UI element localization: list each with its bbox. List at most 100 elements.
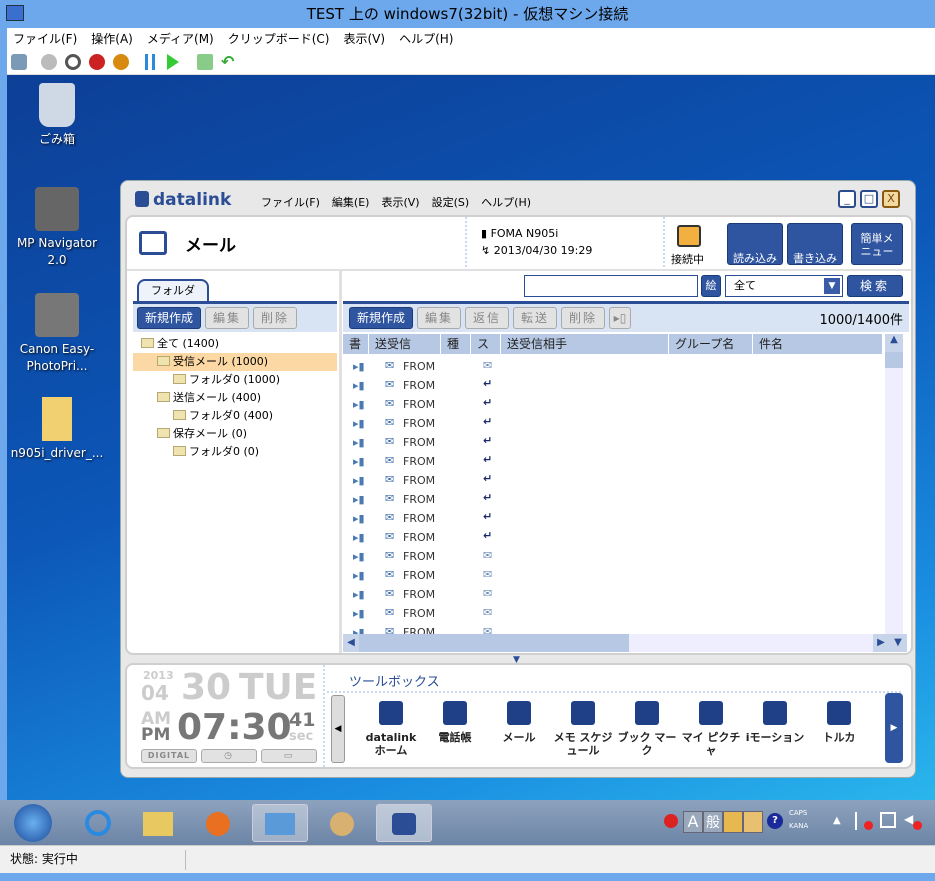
resume-icon[interactable] (167, 54, 179, 70)
taskbar-explorer[interactable] (130, 804, 186, 842)
ime-status-icon[interactable] (664, 814, 678, 828)
shutdown-icon[interactable] (89, 54, 105, 70)
desktop-icon-driver-folder[interactable]: n905i_driver_... (7, 397, 107, 462)
revert-icon[interactable]: ↶ (221, 54, 237, 70)
vertical-scrollbar[interactable]: ▲ (885, 334, 903, 634)
vm-menu-help[interactable]: ヘルプ(H) (399, 28, 453, 50)
taskbar-media-player[interactable] (190, 804, 246, 842)
ime-tools-icon[interactable] (743, 811, 763, 833)
minimize-button[interactable]: _ (838, 190, 856, 208)
vm-menu-file[interactable]: ファイル(F) (13, 28, 77, 50)
scroll-thumb[interactable] (359, 634, 629, 652)
start-icon[interactable] (41, 54, 57, 70)
scroll-down-button[interactable]: ▼ (889, 634, 907, 652)
tool-mail[interactable]: メール (487, 701, 551, 744)
app-menu-file[interactable]: ファイル(F) (261, 194, 320, 210)
toolbox-next-button[interactable]: ▶ (885, 693, 903, 763)
folder-item[interactable]: 全て (1400) (133, 335, 337, 353)
vm-menu-action[interactable]: 操作(A) (91, 28, 133, 50)
folder-item[interactable]: 送信メール (400) (133, 389, 337, 407)
help-icon[interactable]: ? (767, 813, 783, 829)
table-row[interactable]: ▸▮ ✉ FROM ↵ (343, 396, 883, 415)
forward-button[interactable]: 転送 (513, 307, 557, 329)
search-button[interactable]: 検索 (847, 275, 903, 297)
taskbar-internet-explorer[interactable] (70, 804, 126, 842)
vm-menu-view[interactable]: 表示(V) (344, 28, 386, 50)
scroll-left-button[interactable]: ◀ (343, 634, 359, 652)
table-row[interactable]: ▸▮ ✉ FROM ↵ (343, 434, 883, 453)
table-row[interactable]: ▸▮ ✉ FROM ↵ (343, 491, 883, 510)
search-filter-select[interactable]: 全て ▼ (725, 275, 843, 297)
ime-conversion-mode[interactable]: 般 (703, 811, 723, 833)
folder-item[interactable]: 受信メール (1000) (133, 353, 337, 371)
column-header[interactable]: 書 (343, 334, 369, 354)
table-row[interactable]: ▸▮ ✉ FROM ↵ (343, 529, 883, 548)
app-menu-settings[interactable]: 設定(S) (432, 194, 470, 210)
show-hidden-icons-button[interactable]: ▲ (833, 815, 841, 826)
write-button[interactable]: 書き込み (787, 223, 843, 265)
calendar-button[interactable]: ▭ (261, 749, 317, 763)
table-row[interactable]: ▸▮ ✉ FROM ✉ (343, 567, 883, 586)
action-center-icon[interactable] (855, 812, 873, 830)
snapshot-icon[interactable] (197, 54, 213, 70)
read-button[interactable]: 読み込み (727, 223, 783, 265)
taskbar-datalink[interactable] (376, 804, 432, 842)
scroll-thumb[interactable] (885, 352, 903, 368)
network-icon[interactable] (880, 812, 896, 828)
digital-mode-button[interactable]: DIGITAL (141, 749, 197, 763)
tab-folder[interactable]: フォルダ (137, 279, 209, 301)
edit-mail-button[interactable]: 編集 (417, 307, 461, 329)
tool-toruca[interactable]: トルカ (807, 701, 871, 744)
table-row[interactable]: ▸▮ ✉ FROM ↵ (343, 453, 883, 472)
taskbar-app[interactable] (252, 804, 308, 842)
turn-off-icon[interactable] (65, 54, 81, 70)
column-header[interactable]: 送受信 (369, 334, 441, 354)
new-mail-button[interactable]: 新規作成 (349, 307, 413, 329)
table-row[interactable]: ▸▮ ✉ FROM ↵ (343, 510, 883, 529)
delete-folder-button[interactable]: 削除 (253, 307, 297, 329)
desktop-icon-canon-easy-photoprint[interactable]: Canon Easy-PhotoPri... (7, 293, 107, 375)
toolbox-prev-button[interactable]: ◀ (331, 695, 345, 763)
delete-mail-button[interactable]: 削除 (561, 307, 605, 329)
tool-bookmark[interactable]: ブック マーク (615, 701, 679, 757)
tool-i-motion[interactable]: iモーション (743, 701, 807, 744)
app-menu-help[interactable]: ヘルプ(H) (481, 194, 531, 210)
tool-memo-schedule[interactable]: メモ スケジュール (551, 701, 615, 757)
scroll-up-button[interactable]: ▲ (885, 334, 903, 352)
ctrl-alt-del-icon[interactable] (11, 54, 27, 70)
vm-menu-media[interactable]: メディア(M) (147, 28, 214, 50)
desktop-icon-recycle-bin[interactable]: ごみ箱 (7, 83, 107, 148)
table-row[interactable]: ▸▮ ✉ FROM ✉ (343, 548, 883, 567)
close-button[interactable]: X (882, 190, 900, 208)
column-header[interactable]: ス (471, 334, 501, 354)
table-row[interactable]: ▸▮ ✉ FROM ✉ (343, 358, 883, 377)
edit-folder-button[interactable]: 編集 (205, 307, 249, 329)
column-header[interactable]: グループ名 (669, 334, 753, 354)
app-menu-edit[interactable]: 編集(E) (332, 194, 370, 210)
app-menu-view[interactable]: 表示(V) (381, 194, 419, 210)
scroll-right-button[interactable]: ▶ (873, 634, 889, 652)
folder-item[interactable]: フォルダ0 (1000) (133, 371, 337, 389)
analog-clock-button[interactable]: ◷ (201, 749, 257, 763)
table-row[interactable]: ▸▮ ✉ FROM ↵ (343, 472, 883, 491)
pause-icon[interactable] (145, 54, 155, 70)
ime-pad-icon[interactable] (723, 811, 743, 833)
volume-muted-icon[interactable]: ◀ (904, 812, 922, 830)
desktop-icon-mp-navigator[interactable]: MP Navigator 2.0 (7, 187, 107, 269)
maximize-button[interactable]: □ (860, 190, 878, 208)
folder-item[interactable]: フォルダ0 (0) (133, 443, 337, 461)
simple-menu-button[interactable]: 簡単メニュー (851, 223, 903, 265)
send-to-phone-button[interactable]: ▸▯ (609, 307, 631, 329)
ime-input-mode[interactable]: A (683, 811, 703, 833)
taskbar-paint[interactable] (314, 804, 370, 842)
tool-phonebook[interactable]: 電話帳 (423, 701, 487, 744)
table-row[interactable]: ▸▮ ✉ FROM ↵ (343, 415, 883, 434)
start-button[interactable] (14, 804, 52, 842)
tool-my-picture[interactable]: マイ ピクチャ (679, 701, 743, 757)
reply-button[interactable]: 返信 (465, 307, 509, 329)
table-row[interactable]: ▸▮ ✉ FROM ✉ (343, 605, 883, 624)
column-header[interactable]: 種 (441, 334, 471, 354)
vm-menu-clipboard[interactable]: クリップボード(C) (228, 28, 330, 50)
emoji-button[interactable]: 絵 (701, 275, 721, 297)
folder-item[interactable]: 保存メール (0) (133, 425, 337, 443)
